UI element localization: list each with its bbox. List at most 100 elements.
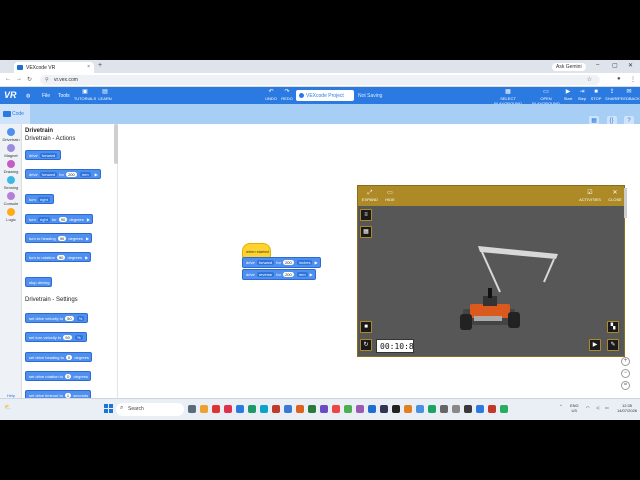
teams-icon[interactable]: [320, 405, 328, 413]
turn-block[interactable]: turn right: [25, 194, 54, 204]
minimize-icon[interactable]: –: [596, 62, 599, 68]
direction-dropdown[interactable]: forward: [39, 153, 58, 158]
globe-icon[interactable]: ◍: [26, 93, 30, 99]
browser-menu-icon[interactable]: ⋮: [630, 76, 636, 83]
distance-input[interactable]: 200: [283, 260, 294, 265]
wifi-icon[interactable]: ◠: [586, 405, 590, 410]
workspace-drive-reverse-block[interactable]: drive reverse for 200 mm ▶: [242, 269, 316, 280]
app-icon-4[interactable]: [272, 405, 280, 413]
word-icon[interactable]: [284, 405, 292, 413]
app-icon-3[interactable]: [248, 405, 256, 413]
menu-file[interactable]: File: [42, 93, 50, 99]
app-icon-12[interactable]: [476, 405, 484, 413]
app-icon-5[interactable]: [332, 405, 340, 413]
turn-to-heading-block[interactable]: turn to heading 90 degrees ▶: [25, 233, 93, 243]
workspace-drive-for-block[interactable]: drive forward for 200 inches ▶: [242, 257, 321, 268]
app-icon-13[interactable]: [488, 405, 496, 413]
battery-icon[interactable]: ▭: [605, 405, 609, 410]
when-started-block[interactable]: when started: [242, 243, 271, 258]
direction-dropdown[interactable]: forward: [256, 260, 275, 265]
profile-avatar[interactable]: ●: [617, 76, 621, 82]
hide-button[interactable]: ▭ HIDE: [378, 189, 402, 202]
clock[interactable]: 12:35 14/07/2026: [617, 403, 637, 413]
code-tab[interactable]: Code: [0, 104, 30, 124]
minecraft-icon[interactable]: [344, 405, 352, 413]
stop-record-icon[interactable]: ■: [360, 321, 372, 333]
start-button-icon[interactable]: [104, 404, 113, 413]
bookmark-star-icon[interactable]: ☆: [587, 76, 592, 83]
velocity-unit-dropdown[interactable]: %: [76, 316, 85, 321]
project-name-field[interactable]: VEXcode Project: [296, 90, 354, 101]
site-info-icon[interactable]: ⚲: [45, 77, 49, 83]
category-sensing[interactable]: Sensing: [0, 176, 22, 190]
unit-dropdown[interactable]: inches: [296, 260, 313, 265]
category-console[interactable]: Console: [0, 192, 22, 206]
turn-to-rotation-block[interactable]: turn to rotation 90 degrees ▶: [25, 252, 92, 262]
turn-direction-dropdown[interactable]: right: [38, 197, 50, 202]
video-camera-icon[interactable]: ▶: [589, 339, 601, 351]
drive-heading-input[interactable]: 0: [66, 355, 73, 360]
new-tab-button[interactable]: +: [98, 62, 102, 69]
drive-for-block[interactable]: drive forward for 200 mm ▶: [25, 169, 101, 179]
category-logic[interactable]: Logic: [0, 208, 22, 222]
menu-tools[interactable]: Tools: [58, 93, 70, 99]
distance-input[interactable]: 200: [283, 272, 294, 277]
layout-toggle-icon[interactable]: ≡: [360, 209, 372, 221]
mail-icon[interactable]: [236, 405, 244, 413]
app-icon-14[interactable]: [500, 405, 508, 413]
unit-dropdown[interactable]: mm: [296, 272, 308, 277]
reset-icon[interactable]: ↻: [360, 339, 372, 351]
map-grid-icon[interactable]: ▦: [360, 226, 372, 238]
app-icon-2[interactable]: [224, 405, 232, 413]
maximize-icon[interactable]: ▢: [612, 62, 618, 69]
distance-input[interactable]: 200: [66, 172, 77, 177]
ask-gemini-button[interactable]: Ask Gemini: [552, 63, 586, 71]
steam-icon[interactable]: [380, 405, 388, 413]
heading-input[interactable]: 90: [57, 236, 67, 241]
drive-block[interactable]: drive forward: [25, 150, 62, 160]
zoom-out-icon[interactable]: −: [621, 369, 630, 378]
zoom-reset-icon[interactable]: =: [621, 381, 630, 390]
set-turn-velocity-block[interactable]: set turn velocity to 50 %: [25, 332, 87, 342]
camera-view-icon[interactable]: ▚: [607, 321, 619, 333]
close-window-icon[interactable]: ✕: [628, 62, 633, 69]
category-drawing[interactable]: Drawing: [0, 160, 22, 174]
volume-icon[interactable]: ◁: [596, 405, 599, 410]
app-icon-8[interactable]: [404, 405, 412, 413]
angle-input[interactable]: 90: [58, 217, 68, 222]
reload-icon[interactable]: ↻: [27, 76, 32, 83]
direction-dropdown[interactable]: forward: [39, 172, 58, 177]
app-icon-6[interactable]: [356, 405, 364, 413]
set-drive-heading-block[interactable]: set drive heading to 0 degrees: [25, 352, 92, 362]
category-drivetrain[interactable]: Drivetrain: [0, 128, 22, 142]
app-icon-11[interactable]: [464, 405, 472, 413]
browser-tab[interactable]: VEXcode VR ×: [14, 62, 94, 73]
edge-icon[interactable]: [260, 405, 268, 413]
activities-button[interactable]: ☑ ACTIVITIES: [576, 189, 604, 202]
taskbar-search[interactable]: ⌕ Search: [116, 403, 184, 416]
settings-icon[interactable]: [440, 405, 448, 413]
app-icon-10[interactable]: [452, 405, 460, 413]
language-indicator[interactable]: ENG US: [570, 403, 579, 413]
back-icon[interactable]: ←: [5, 76, 11, 82]
vscode-icon[interactable]: [368, 405, 376, 413]
direction-dropdown[interactable]: reverse: [256, 272, 275, 277]
drive-rotation-input[interactable]: 0: [65, 374, 72, 379]
playground-3d-view[interactable]: [358, 206, 624, 356]
set-drive-velocity-block[interactable]: set drive velocity to 50 %: [25, 313, 89, 323]
excel-icon[interactable]: [308, 405, 316, 413]
forward-icon[interactable]: →: [16, 76, 22, 82]
zoom-in-icon[interactable]: +: [621, 357, 630, 366]
stop-driving-block[interactable]: stop driving: [25, 277, 53, 287]
app-icon-1[interactable]: [212, 405, 220, 413]
url-input[interactable]: ⚲ vr.vex.com ☆: [40, 75, 600, 85]
unit-dropdown[interactable]: mm: [79, 172, 91, 177]
widgets-icon[interactable]: ⛅: [4, 404, 11, 411]
tray-chevron-icon[interactable]: ^: [560, 403, 562, 408]
rotation-input[interactable]: 90: [56, 255, 66, 260]
pen-icon[interactable]: ✎: [607, 339, 619, 351]
turn-for-block[interactable]: turn right for 90 degrees ▶: [25, 214, 93, 224]
velocity-input[interactable]: 50: [65, 316, 74, 321]
learn-button[interactable]: ▤ LEARN: [90, 89, 120, 101]
chrome-icon[interactable]: [428, 405, 436, 413]
